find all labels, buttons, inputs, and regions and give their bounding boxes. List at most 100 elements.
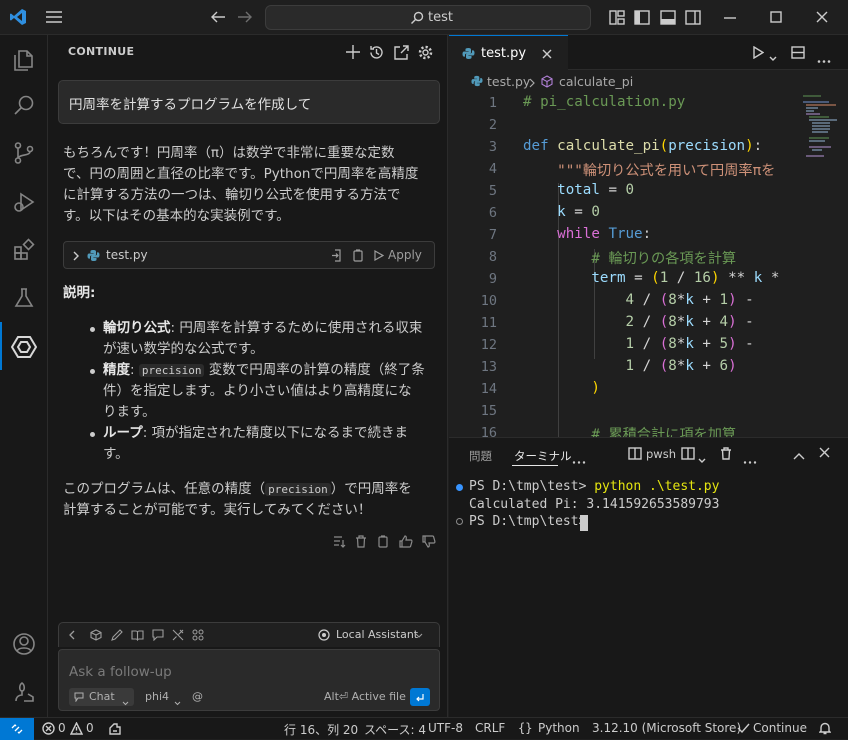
python-interpreter[interactable]: 3.12.10 (Microsoft Store) [592,721,741,735]
new-session-plus-icon[interactable] [346,45,360,59]
chevron-down-icon[interactable] [174,695,181,710]
encoding[interactable]: UTF-8 [428,721,463,735]
code-area[interactable]: 1 2 3 4 5 6 7 8 9 10 11 12 13 14 15 16 #… [449,93,789,437]
minimap[interactable] [801,93,841,173]
apply-play-icon[interactable] [374,250,384,261]
code-block-header[interactable]: test.py Apply [63,241,435,269]
kill-terminal-icon[interactable] [720,447,732,464]
more-actions-icon[interactable] [743,453,757,468]
continue-status[interactable]: Continue [753,721,807,735]
continue-generation-icon[interactable] [333,535,346,548]
code-line-5: total = 0 [557,182,635,198]
user-message[interactable]: 円周率を計算するプログラムを作成して [58,80,440,124]
error-count[interactable]: 0 [58,721,66,735]
bullet-item-2: 精度: precision 変数で円周率の計算の精度（終了条 件）を指定します。… [103,360,443,423]
command-center-search[interactable]: test [265,5,591,30]
copy-response-icon[interactable] [377,535,389,548]
maximize-icon[interactable] [770,11,782,23]
split-terminal-icon[interactable] [681,447,695,464]
toggle-primary-sidebar-icon[interactable] [634,10,650,25]
settings-gear-icon[interactable] [418,45,433,60]
model-selector[interactable]: phi4 [145,690,169,703]
chevron-left-icon[interactable] [69,630,75,640]
explorer-icon[interactable] [12,48,36,72]
copy-icon[interactable] [352,249,364,262]
remote-icon [11,723,23,738]
history-icon[interactable] [369,45,384,60]
tab-terminal[interactable]: ターミナル [514,448,572,464]
pencil-icon[interactable] [111,629,123,641]
minimize-icon[interactable] [724,17,736,19]
assistant-selector[interactable]: Local Assistant [336,628,418,641]
close-window-icon[interactable] [816,11,828,23]
maximize-panel-icon[interactable] [793,449,805,464]
back-arrow-icon[interactable] [210,10,226,24]
line-ending[interactable]: CRLF [475,721,505,735]
chat-bubble-icon [74,691,84,706]
book-icon[interactable] [131,629,144,641]
chevron-down-icon[interactable] [415,633,423,638]
tab-test-py[interactable]: test.py [449,35,568,71]
tab-problems[interactable]: 問題 [469,448,492,464]
mention-button[interactable]: @ [192,690,203,703]
thumbs-up-icon[interactable] [399,535,413,548]
menu-icon[interactable] [45,10,63,24]
split-editor-icon[interactable] [791,46,805,63]
python-file-icon [471,75,483,91]
continue-extension-icon[interactable] [11,334,37,360]
more-tabs-icon[interactable] [572,453,586,468]
breadcrumb-file[interactable]: test.py [487,74,530,89]
search-view-icon[interactable] [12,93,36,117]
grid-icon[interactable] [192,629,204,641]
chat-input[interactable]: Ask a follow-up Chat phi4 @ Alt⏎ Active … [58,649,440,711]
line-number: 6 [488,205,497,221]
extensions-icon[interactable] [12,238,36,262]
forward-arrow-icon[interactable] [237,10,253,24]
code-line-8: # 輪切りの各項を計算 [591,251,737,267]
customize-layout-icon[interactable] [609,10,625,25]
insert-at-cursor-icon[interactable] [331,249,343,262]
warning-count[interactable]: 0 [86,721,94,735]
close-tab-icon[interactable] [542,48,552,63]
bullet-term: 輪切り公式 [103,320,171,336]
toggle-panel-icon[interactable] [660,10,676,25]
run-python-icon[interactable] [752,45,765,63]
bullet-dot [90,432,95,437]
accounts-icon[interactable] [12,632,36,656]
warning-icon[interactable] [69,721,84,738]
terminal-shell-label[interactable]: pwsh [646,447,676,461]
cursor-position[interactable]: 行 16、列 20 [284,721,358,738]
chevron-right-icon[interactable] [73,251,79,261]
manage-gear-icon[interactable] [12,680,36,704]
breadcrumb-symbol[interactable]: calculate_pi [559,74,633,89]
run-debug-icon[interactable] [12,190,36,214]
indentation[interactable]: スペース: 4 [364,721,426,738]
language-mode[interactable]: Python [538,721,580,735]
error-icon[interactable] [42,722,55,738]
thumbs-down-icon[interactable] [422,535,436,548]
chevron-down-icon[interactable] [769,50,777,65]
open-in-new-window-icon[interactable] [394,45,409,60]
remote-indicator[interactable] [0,718,34,740]
tools-icon[interactable] [172,629,184,641]
bullet-text: 件）を指定します。より小さい値はより高精度にな [103,383,412,399]
ports-icon[interactable] [108,722,122,738]
apply-button[interactable]: Apply [388,248,422,262]
more-actions-icon[interactable] [817,52,831,67]
line-number: 13 [480,359,497,375]
toggle-secondary-sidebar-icon[interactable] [685,10,701,25]
source-control-icon[interactable] [12,141,36,165]
notifications-bell-icon[interactable] [818,722,832,738]
indent-guide [558,183,559,437]
send-button[interactable] [410,688,430,706]
title-bar: test [0,0,848,35]
chevron-down-icon[interactable] [698,452,706,467]
mode-selector[interactable]: Chat [69,688,134,706]
editor-area: test.py test.py calculate_pi 1 2 3 4 5 6… [449,35,848,437]
testing-icon[interactable] [12,286,36,310]
close-panel-icon[interactable] [819,447,830,462]
delete-icon[interactable] [355,535,367,548]
cube-icon[interactable] [90,629,102,641]
bullet-item-3: ループ: 項が指定された精度以下になるまで続きま す。 [103,423,443,465]
comment-icon[interactable] [152,629,164,641]
